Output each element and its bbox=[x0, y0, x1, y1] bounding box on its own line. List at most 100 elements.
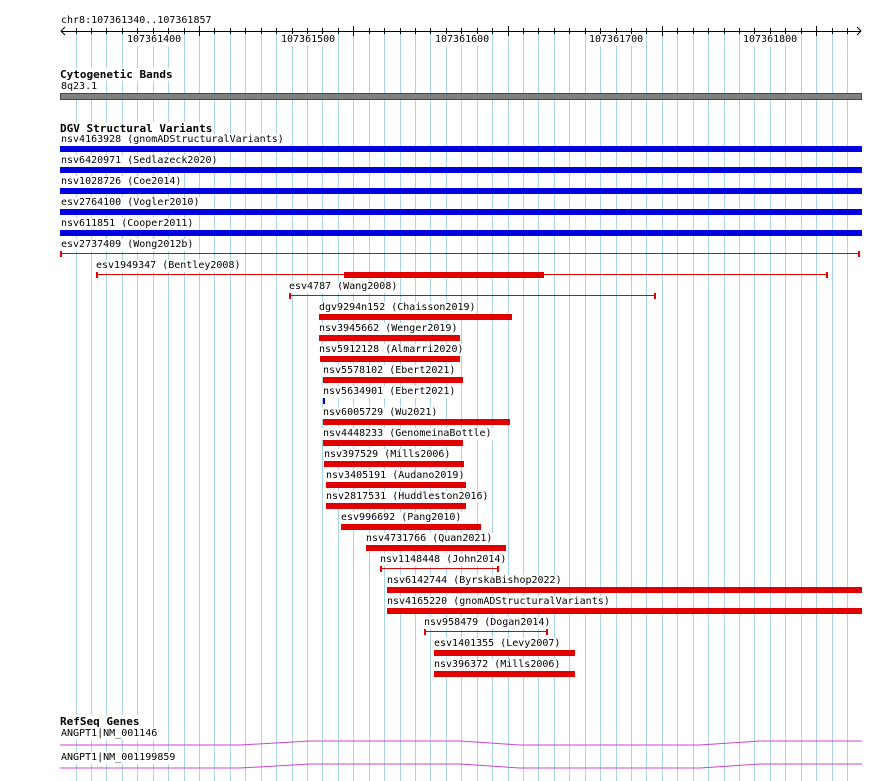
variant-bar[interactable] bbox=[320, 356, 460, 362]
grid-line bbox=[585, 30, 586, 781]
variant-label[interactable]: nsv396372 (Mills2006) bbox=[433, 659, 562, 671]
grid-line bbox=[708, 30, 709, 781]
variant-label[interactable]: nsv5634901 (Ebert2021) bbox=[322, 386, 457, 398]
variant-bar[interactable] bbox=[323, 377, 463, 383]
grid-line bbox=[415, 30, 416, 781]
ruler-tick-label: 107361700 bbox=[587, 34, 646, 46]
variant-label[interactable]: esv1401355 (Levy2007) bbox=[433, 638, 562, 650]
variant-bar[interactable] bbox=[326, 503, 466, 509]
ruler-tick bbox=[847, 28, 848, 34]
variant-label[interactable]: nsv2817531 (Huddleston2016) bbox=[325, 491, 490, 503]
variant-label[interactable]: nsv6005729 (Wu2021) bbox=[322, 407, 439, 419]
variant-line[interactable] bbox=[424, 631, 548, 632]
grid-line bbox=[616, 30, 617, 781]
ruler-tick bbox=[245, 28, 246, 34]
cytoband-bar[interactable] bbox=[60, 93, 862, 100]
variant-bar[interactable] bbox=[341, 524, 481, 530]
variant-label[interactable]: esv4787 (Wang2008) bbox=[288, 281, 399, 293]
grid-line bbox=[662, 30, 663, 781]
variant-label[interactable]: nsv1028726 (Coe2014) bbox=[60, 176, 183, 188]
ruler-tick bbox=[739, 28, 740, 34]
grid-line bbox=[400, 30, 401, 781]
grid-line bbox=[430, 30, 431, 781]
variant-bar[interactable] bbox=[326, 482, 466, 488]
grid-line bbox=[739, 30, 740, 781]
variant-bar[interactable] bbox=[434, 650, 575, 656]
grid-line bbox=[754, 30, 755, 781]
grid-line bbox=[677, 30, 678, 781]
ruler-tick bbox=[261, 28, 262, 34]
ruler-tick-label: 107361600 bbox=[433, 34, 492, 46]
variant-label[interactable]: nsv5578102 (Ebert2021) bbox=[322, 365, 457, 377]
variant-label[interactable]: nsv3945662 (Wenger2019) bbox=[318, 323, 459, 335]
ruler-tick bbox=[569, 28, 570, 34]
variant-label[interactable]: nsv4448233 (GenomeinaBottle) bbox=[322, 428, 493, 440]
variant-label[interactable]: nsv6142744 (ByrskaBishop2022) bbox=[386, 575, 563, 587]
variant-label[interactable]: esv2764100 (Vogler2010) bbox=[60, 197, 201, 209]
variant-label[interactable]: esv996692 (Pang2010) bbox=[340, 512, 463, 524]
variant-label[interactable]: nsv958479 (Dogan2014) bbox=[423, 617, 552, 629]
grid-line bbox=[353, 30, 354, 781]
variant-bar[interactable] bbox=[60, 146, 862, 152]
variant-bar[interactable] bbox=[60, 188, 862, 194]
variant-bar[interactable] bbox=[323, 398, 325, 404]
variant-label[interactable]: nsv397529 (Mills2006) bbox=[323, 449, 452, 461]
ruler-tick bbox=[76, 28, 77, 34]
variant-line[interactable] bbox=[380, 568, 499, 569]
variant-bar[interactable] bbox=[60, 230, 862, 236]
variant-bar[interactable] bbox=[319, 335, 460, 341]
variant-bar[interactable] bbox=[387, 608, 862, 614]
grid-line bbox=[847, 30, 848, 781]
variant-bar[interactable] bbox=[387, 587, 862, 593]
variant-end-cap bbox=[497, 566, 499, 572]
variant-bar[interactable] bbox=[324, 461, 464, 467]
ruler-tick bbox=[508, 26, 509, 36]
variant-bar[interactable] bbox=[366, 545, 506, 551]
ruler-tick bbox=[677, 28, 678, 34]
grid-line bbox=[832, 30, 833, 781]
variant-end-cap bbox=[858, 251, 860, 257]
variant-label[interactable]: esv1949347 (Bentley2008) bbox=[95, 260, 242, 272]
cytoband-label: 8q23.1 bbox=[60, 81, 99, 93]
ruler-tick bbox=[400, 28, 401, 34]
variant-line[interactable] bbox=[289, 295, 656, 296]
cytoband-track-title[interactable]: Cytogenetic Bands bbox=[60, 68, 175, 81]
refseq-track-title[interactable]: RefSeq Genes bbox=[60, 715, 142, 728]
variant-bar[interactable] bbox=[323, 440, 463, 446]
variant-label[interactable]: nsv3405191 (Audano2019) bbox=[325, 470, 466, 482]
gene-model-2[interactable] bbox=[0, 758, 890, 778]
variant-label[interactable]: dgv9294n152 (Chaisson2019) bbox=[318, 302, 477, 314]
grid-line bbox=[338, 30, 339, 781]
variant-end-cap bbox=[96, 272, 98, 278]
variant-bar[interactable] bbox=[323, 419, 510, 425]
variant-label[interactable]: nsv4165220 (gnomADStructuralVariants) bbox=[386, 596, 611, 608]
variant-line[interactable] bbox=[60, 253, 860, 254]
grid-line bbox=[693, 30, 694, 781]
variant-label[interactable]: nsv611851 (Cooper2011) bbox=[60, 218, 195, 230]
ruler-tick bbox=[415, 28, 416, 34]
variant-end-cap bbox=[654, 293, 656, 299]
grid-line bbox=[816, 30, 817, 781]
variant-label[interactable]: nsv6420971 (Sedlazeck2020) bbox=[60, 155, 219, 167]
variant-label[interactable]: nsv5912128 (Almarri2020) bbox=[318, 344, 465, 356]
ruler-tick-label: 107361400 bbox=[125, 34, 184, 46]
variant-label[interactable]: esv2737409 (Wong2012b) bbox=[60, 239, 195, 251]
variant-bar[interactable] bbox=[344, 272, 544, 278]
ruler-tick bbox=[585, 28, 586, 34]
ruler-tick bbox=[523, 28, 524, 34]
grid-line bbox=[631, 30, 632, 781]
variant-label[interactable]: nsv1148448 (John2014) bbox=[379, 554, 508, 566]
ruler-tick bbox=[708, 28, 709, 34]
variant-bar[interactable] bbox=[434, 671, 575, 677]
ruler-tick bbox=[554, 28, 555, 34]
ruler-tick bbox=[91, 28, 92, 34]
grid-line bbox=[569, 30, 570, 781]
variant-label[interactable]: nsv4731766 (Quan2021) bbox=[365, 533, 494, 545]
variant-bar[interactable] bbox=[60, 209, 862, 215]
genome-browser-view: chr8:107361340..107361857 107361400 10736… bbox=[0, 0, 890, 781]
ruler-tick bbox=[662, 26, 663, 36]
variant-bar[interactable] bbox=[319, 314, 512, 320]
variant-label[interactable]: nsv4163928 (gnomADStructuralVariants) bbox=[60, 134, 285, 146]
variant-bar[interactable] bbox=[60, 167, 862, 173]
variant-end-cap bbox=[424, 629, 426, 635]
